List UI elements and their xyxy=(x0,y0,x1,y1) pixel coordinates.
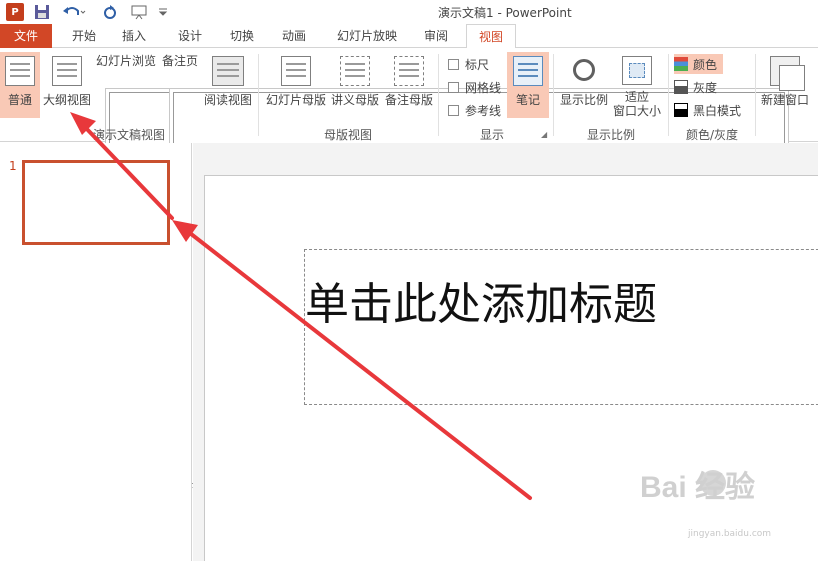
fit-to-window-button[interactable]: 适应 窗口大小 xyxy=(612,52,662,118)
new-window-label: 新建窗口 xyxy=(760,93,809,107)
title-bar: P 演示文稿1 - PowerPoint xyxy=(0,0,818,24)
notes-page-label: 备注页 xyxy=(161,54,198,68)
slide-master-button[interactable]: 幻灯片母版 xyxy=(264,52,328,118)
customize-qat-icon[interactable] xyxy=(156,3,170,21)
window-title: 演示文稿1 - PowerPoint xyxy=(438,6,572,20)
gridlines-label: 网格线 xyxy=(465,80,502,95)
tab-insert[interactable]: 插入 xyxy=(112,24,156,48)
slide-number: 1 xyxy=(9,159,17,173)
color-swatch-icon xyxy=(674,57,688,71)
group-divider xyxy=(553,54,554,136)
outline-view-button[interactable]: 大纲视图 xyxy=(40,52,94,118)
slide-sorter-button[interactable]: 幻灯片浏览 xyxy=(94,52,725,488)
slide-thumbnail-pane: 1 xyxy=(0,143,192,561)
tab-slideshow[interactable]: 幻灯片放映 xyxy=(328,24,406,48)
reading-view-button[interactable]: 阅读视图 xyxy=(202,52,254,118)
tab-view[interactable]: 视图 xyxy=(466,24,516,49)
guides-label: 参考线 xyxy=(465,103,502,118)
slide-sorter-label: 幻灯片浏览 xyxy=(95,54,156,68)
color-label: 颜色 xyxy=(693,57,718,72)
gridlines-checkbox-box[interactable] xyxy=(448,81,459,93)
fit-to-window-icon xyxy=(622,56,652,85)
slide-master-label: 幻灯片母版 xyxy=(265,93,326,107)
watermark-url: jingyan.baidu.com xyxy=(688,529,772,539)
notes-label: 笔记 xyxy=(515,93,540,107)
notes-master-button[interactable]: 备注母版 xyxy=(382,52,436,118)
undo-icon[interactable] xyxy=(60,3,88,21)
redo-icon[interactable] xyxy=(100,3,120,21)
reading-view-label: 阅读视图 xyxy=(203,93,252,107)
tab-file[interactable]: 文件 xyxy=(0,24,52,48)
notes-master-icon xyxy=(394,56,424,86)
group-label-show: 显示 xyxy=(479,128,504,142)
title-placeholder-text: 单击此处添加标题 xyxy=(305,279,657,330)
group-label-color: 颜色/灰度 xyxy=(685,128,739,142)
guides-checkbox[interactable]: 参考线 xyxy=(448,100,501,120)
gridlines-checkbox[interactable]: 网格线 xyxy=(448,77,501,97)
group-label-presentation-views: 演示文稿视图 xyxy=(92,128,165,142)
group-label-master-views: 母版视图 xyxy=(323,128,372,142)
tab-animations[interactable]: 动画 xyxy=(272,24,316,48)
watermark-logo: Bai 经验 xyxy=(640,471,756,504)
ruler-label: 标尺 xyxy=(465,57,490,72)
outline-view-icon xyxy=(52,56,82,86)
normal-view-button[interactable]: 普通 xyxy=(0,52,40,118)
fit-label-line2: 窗口大小 xyxy=(612,104,661,118)
ribbon-view: 普通 大纲视图 幻灯片浏览 备注页 阅读视图 演示文稿视图 幻灯片母版 讲义母版… xyxy=(0,48,818,488)
group-divider xyxy=(668,54,669,136)
handout-master-label: 讲义母版 xyxy=(330,93,379,107)
new-window-button[interactable]: 新建窗口 xyxy=(758,52,812,118)
notes-master-label: 备注母版 xyxy=(384,93,433,107)
fit-label-line1: 适应 xyxy=(624,90,649,104)
normal-view-label: 普通 xyxy=(7,93,32,107)
slide-thumbnail[interactable] xyxy=(22,160,170,245)
group-divider xyxy=(258,54,259,136)
save-icon[interactable] xyxy=(32,3,52,21)
black-white-label: 黑白模式 xyxy=(693,103,742,118)
slide-master-icon xyxy=(281,56,311,86)
zoom-label: 显示比例 xyxy=(559,93,608,107)
grayscale-option[interactable]: 灰度 xyxy=(674,77,723,97)
handout-master-icon xyxy=(340,56,370,86)
group-divider xyxy=(438,54,439,136)
ruler-checkbox[interactable]: 标尺 xyxy=(448,54,489,74)
tab-review[interactable]: 审阅 xyxy=(414,24,458,48)
group-divider xyxy=(755,54,756,136)
show-dialog-launcher-icon[interactable]: ◢ xyxy=(541,130,547,139)
guides-checkbox-box[interactable] xyxy=(448,104,459,116)
outline-view-label: 大纲视图 xyxy=(42,93,91,107)
black-white-option[interactable]: 黑白模式 xyxy=(674,100,747,120)
notes-icon xyxy=(513,56,543,86)
grayscale-label: 灰度 xyxy=(693,80,718,95)
new-window-icon xyxy=(770,56,805,91)
group-label-zoom: 显示比例 xyxy=(586,128,635,142)
tab-transitions[interactable]: 切换 xyxy=(220,24,264,48)
ribbon-tabs: 文件 开始 插入 设计 切换 动画 幻灯片放映 审阅 视图 xyxy=(0,24,818,49)
ruler-checkbox-box[interactable] xyxy=(448,58,459,70)
magnifier-icon xyxy=(569,56,599,86)
notes-button[interactable]: 笔记 xyxy=(507,52,549,118)
normal-view-icon xyxy=(5,56,35,86)
powerpoint-logo-icon: P xyxy=(6,3,24,21)
presentation-icon[interactable] xyxy=(128,3,152,21)
color-option[interactable]: 颜色 xyxy=(674,54,724,74)
grayscale-swatch-icon xyxy=(674,80,688,94)
handout-master-button[interactable]: 讲义母版 xyxy=(328,52,382,118)
tab-home[interactable]: 开始 xyxy=(62,24,106,48)
black-white-swatch-icon xyxy=(674,103,688,117)
tab-design[interactable]: 设计 xyxy=(168,24,212,48)
reading-view-icon xyxy=(212,56,244,86)
notes-page-button[interactable]: 备注页 xyxy=(158,52,789,488)
zoom-button[interactable]: 显示比例 xyxy=(558,52,610,118)
